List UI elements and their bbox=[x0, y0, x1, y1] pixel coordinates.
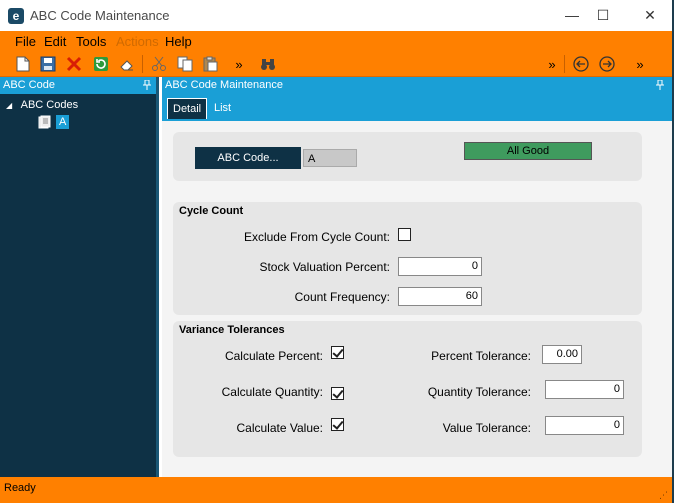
pane-header: ABC Code bbox=[0, 77, 156, 94]
new-icon[interactable] bbox=[14, 55, 32, 73]
window-title: ABC Code Maintenance bbox=[30, 8, 170, 23]
pin-icon[interactable] bbox=[143, 79, 151, 96]
tree-root-label: ABC Codes bbox=[20, 99, 79, 111]
status-badge: All Good bbox=[464, 142, 592, 160]
toolbar-separator bbox=[142, 55, 143, 73]
value-tolerance-label: Value Tolerance: bbox=[442, 421, 531, 435]
quantity-tolerance-input[interactable]: 0 bbox=[545, 380, 624, 399]
app-window: e ABC Code Maintenance — ☐ ✕ File Edit T… bbox=[0, 0, 672, 503]
book-icon bbox=[38, 115, 51, 129]
toolbar: » » » bbox=[0, 51, 672, 77]
overflow-icon[interactable]: » bbox=[543, 55, 561, 73]
calculate-quantity-checkbox[interactable] bbox=[331, 387, 344, 400]
pane-title: ABC Code bbox=[3, 79, 55, 91]
tab-detail[interactable]: Detail bbox=[167, 98, 208, 119]
percent-tolerance-label: Percent Tolerance: bbox=[431, 349, 531, 363]
title-bar: e ABC Code Maintenance — ☐ ✕ bbox=[0, 0, 672, 31]
cut-icon[interactable] bbox=[150, 55, 168, 73]
status-bar: Ready ⋰ bbox=[0, 477, 672, 503]
eraser-icon[interactable] bbox=[118, 55, 136, 73]
variance-tolerances-panel: Variance Tolerances Calculate Percent: C… bbox=[173, 321, 642, 457]
tab-strip: Detail List bbox=[162, 94, 672, 121]
overflow-icon[interactable]: » bbox=[230, 55, 248, 73]
section-title: Variance Tolerances bbox=[179, 324, 285, 336]
calculate-value-checkbox[interactable] bbox=[331, 418, 344, 431]
resize-grip-icon[interactable]: ⋰ bbox=[659, 490, 668, 501]
delete-icon[interactable] bbox=[65, 55, 83, 73]
tree-root-item[interactable]: ◢ ABC Codes bbox=[6, 99, 78, 111]
forward-icon[interactable] bbox=[598, 55, 616, 73]
section-title: Cycle Count bbox=[179, 205, 244, 217]
exclude-cycle-count-label: Exclude From Cycle Count: bbox=[243, 230, 390, 244]
maximize-button[interactable]: ☐ bbox=[585, 4, 621, 26]
save-icon[interactable] bbox=[39, 55, 57, 73]
menu-actions[interactable]: Actions bbox=[116, 34, 159, 49]
count-frequency-input[interactable]: 60 bbox=[398, 287, 482, 306]
cycle-count-panel: Cycle Count Exclude From Cycle Count: St… bbox=[173, 202, 642, 315]
tree-expander-icon[interactable]: ◢ bbox=[6, 101, 12, 110]
abc-code-maintenance-pane: ABC Code Maintenance Detail List ABC Cod… bbox=[162, 77, 672, 477]
exclude-cycle-count-checkbox[interactable] bbox=[398, 228, 411, 241]
pane-title: ABC Code Maintenance bbox=[165, 79, 284, 91]
binoculars-icon[interactable] bbox=[259, 55, 277, 73]
quantity-tolerance-label: Quantity Tolerance: bbox=[427, 385, 531, 399]
back-icon[interactable] bbox=[572, 55, 590, 73]
app-logo-icon: e bbox=[8, 8, 24, 24]
status-text: Ready bbox=[4, 482, 36, 494]
copy-icon[interactable] bbox=[176, 55, 194, 73]
stock-valuation-input[interactable]: 0 bbox=[398, 257, 482, 276]
menu-file[interactable]: File bbox=[15, 34, 36, 49]
tab-list[interactable]: List bbox=[209, 98, 236, 119]
menu-help[interactable]: Help bbox=[165, 34, 192, 49]
abc-code-button[interactable]: ABC Code... bbox=[195, 147, 301, 169]
menu-tools[interactable]: Tools bbox=[76, 34, 106, 49]
calculate-percent-label: Calculate Percent: bbox=[224, 349, 323, 363]
overflow-icon[interactable]: » bbox=[631, 55, 649, 73]
value-tolerance-input[interactable]: 0 bbox=[545, 416, 624, 435]
refresh-icon[interactable] bbox=[92, 55, 110, 73]
paste-icon[interactable] bbox=[201, 55, 219, 73]
toolbar-separator bbox=[564, 55, 565, 73]
calculate-percent-checkbox[interactable] bbox=[331, 346, 344, 359]
calculate-quantity-label: Calculate Quantity: bbox=[221, 385, 323, 399]
abc-code-value[interactable]: A bbox=[303, 149, 357, 167]
close-button[interactable]: ✕ bbox=[632, 4, 668, 26]
stock-valuation-label: Stock Valuation Percent: bbox=[259, 260, 390, 274]
pane-header: ABC Code Maintenance bbox=[162, 77, 672, 94]
detail-content: ABC Code... A All Good Cycle Count Exclu… bbox=[162, 121, 672, 477]
menu-bar: File Edit Tools Actions Help bbox=[0, 31, 672, 51]
calculate-value-label: Calculate Value: bbox=[236, 421, 324, 435]
count-frequency-label: Count Frequency: bbox=[294, 290, 390, 304]
abc-code-tree-pane: ABC Code ◢ ABC Codes A bbox=[0, 77, 159, 477]
menu-edit[interactable]: Edit bbox=[44, 34, 66, 49]
tree-node-a[interactable]: A bbox=[38, 115, 70, 129]
tree-node-label: A bbox=[56, 115, 70, 129]
percent-tolerance-input[interactable]: 0.00 bbox=[542, 345, 582, 364]
header-panel: ABC Code... A All Good bbox=[173, 132, 642, 181]
